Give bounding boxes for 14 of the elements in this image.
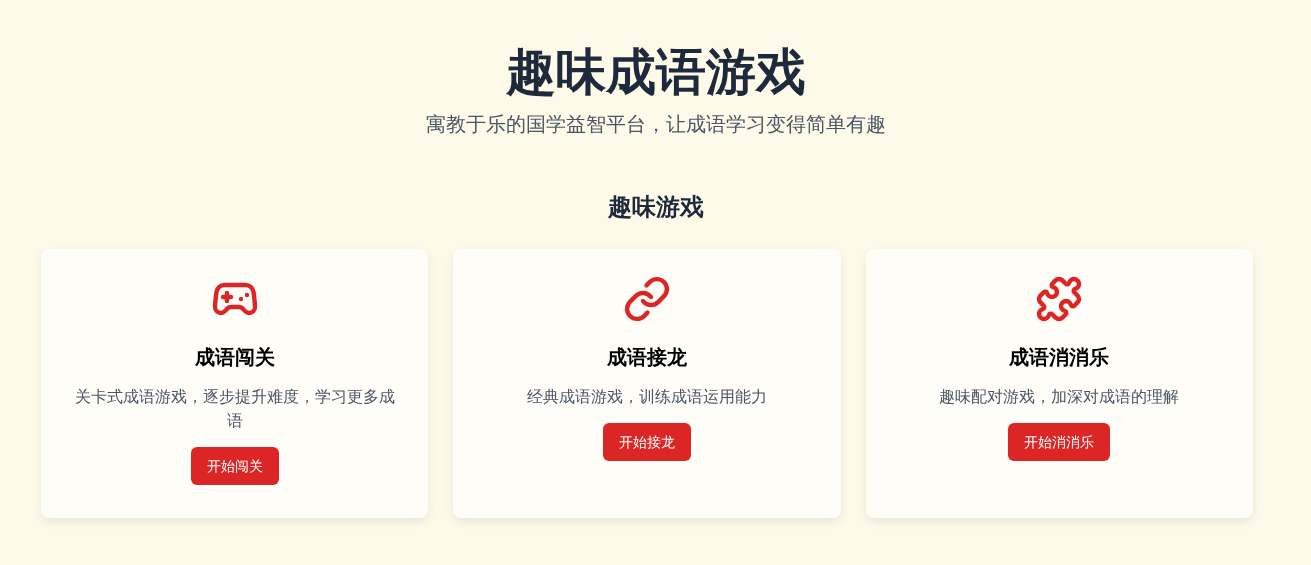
link-icon <box>623 275 671 323</box>
game-description: 经典成语游戏，训练成语运用能力 <box>526 387 768 407</box>
puzzle-icon <box>1035 275 1084 323</box>
section-heading: 趣味游戏 <box>607 192 704 222</box>
game-description: 关卡式成语游戏，逐步提升难度，学习更多成语 <box>73 387 396 431</box>
page-subtitle: 寓教于乐的国学益智平台，让成语学习变得简单有趣 <box>425 112 886 137</box>
game-title: 成语消消乐 <box>1009 345 1110 370</box>
game-description: 趣味配对游戏，加深对成语的理解 <box>938 387 1181 407</box>
start-button[interactable]: 开始闯关 <box>190 447 279 485</box>
game-title: 成语接龙 <box>607 345 687 370</box>
start-button[interactable]: 开始消消乐 <box>1008 423 1111 461</box>
game-title: 成语闯关 <box>194 345 275 370</box>
start-button[interactable]: 开始接龙 <box>603 423 691 461</box>
page-title: 趣味成语游戏 <box>505 43 806 102</box>
